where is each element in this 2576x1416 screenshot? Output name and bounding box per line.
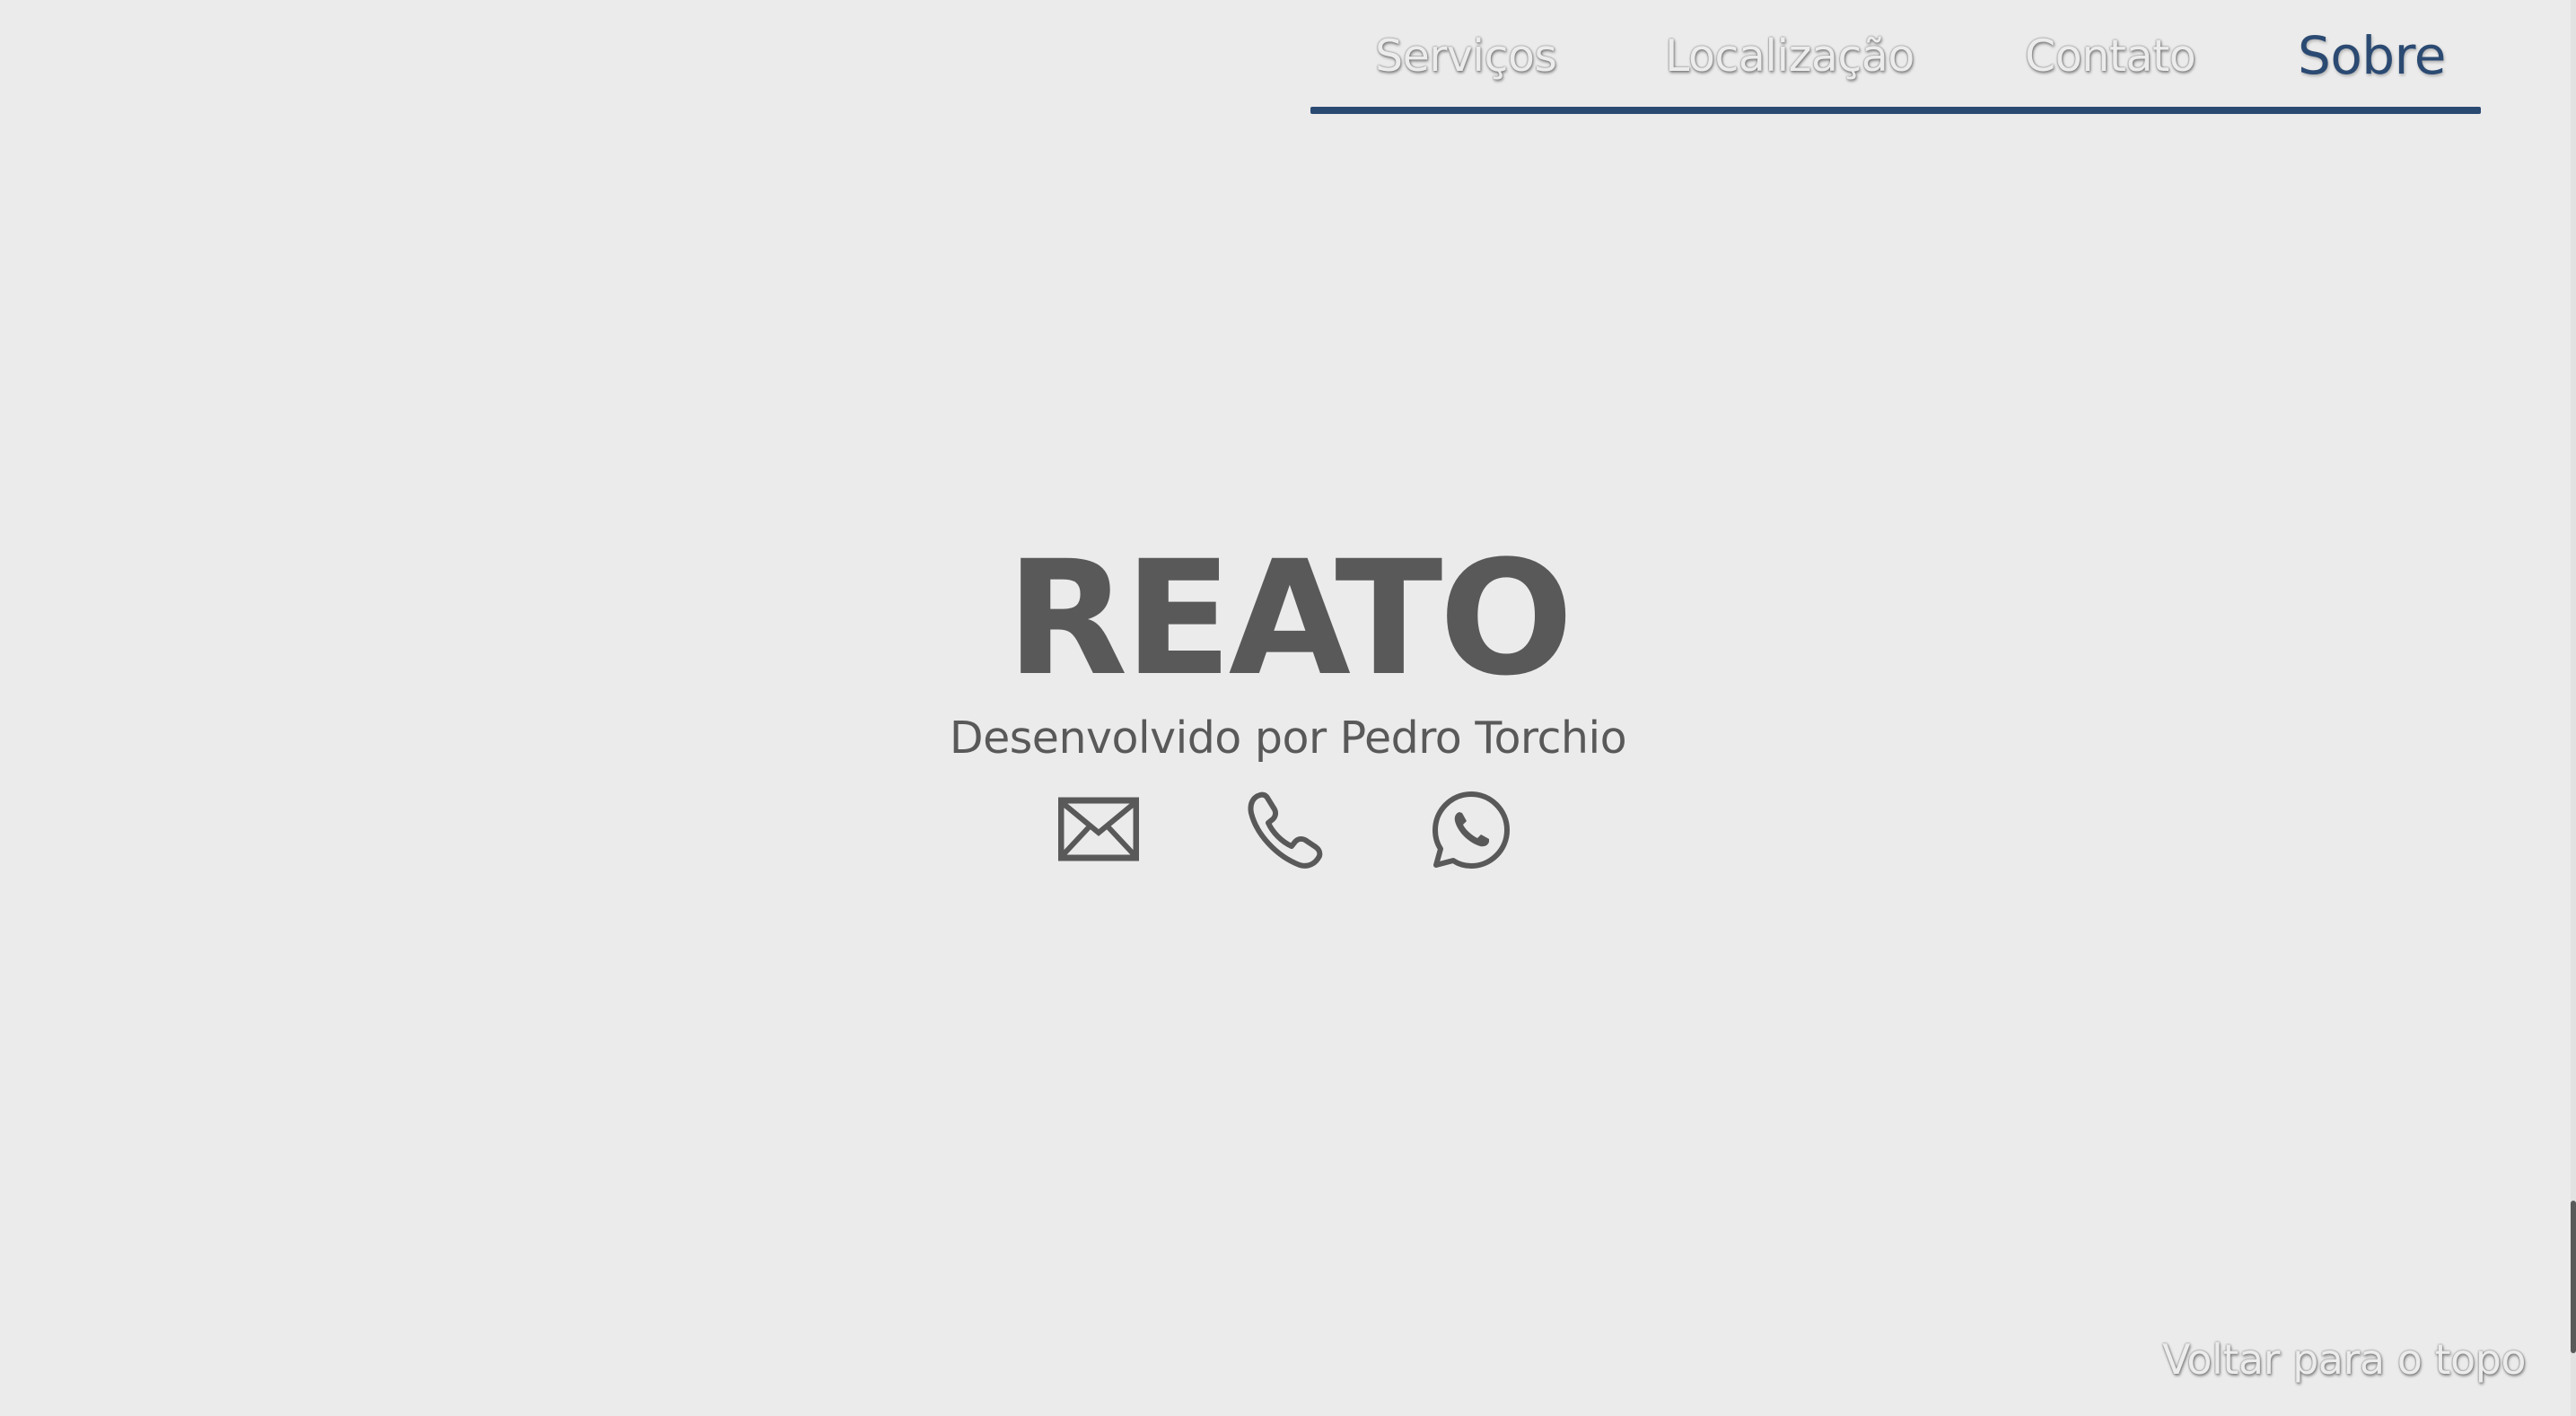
back-to-top-link[interactable]: Voltar para o topo xyxy=(2162,1335,2526,1384)
envelope-icon[interactable] xyxy=(1058,790,1139,870)
nav-item-localizacao[interactable]: Localização xyxy=(1665,31,1914,82)
whatsapp-icon[interactable] xyxy=(1431,790,1511,870)
nav-underline xyxy=(1310,107,2481,114)
credits-text: Desenvolvido por Pedro Torchio xyxy=(949,712,1627,764)
contact-icons xyxy=(0,790,2576,870)
scrollbar-thumb[interactable] xyxy=(2571,1201,2576,1353)
footer-block: REATO Desenvolvido por Pedro Torchio xyxy=(0,529,2576,768)
page: Serviços Localização Contato Sobre REATO… xyxy=(0,0,2576,1416)
phone-icon[interactable] xyxy=(1244,790,1325,870)
brand-title: REATO xyxy=(1006,527,1573,711)
nav-item-sobre[interactable]: Sobre xyxy=(2298,25,2446,86)
scrollbar[interactable] xyxy=(2571,0,2576,1416)
nav-item-contato[interactable]: Contato xyxy=(2025,31,2196,82)
nav-item-servicos[interactable]: Serviços xyxy=(1375,31,1557,82)
